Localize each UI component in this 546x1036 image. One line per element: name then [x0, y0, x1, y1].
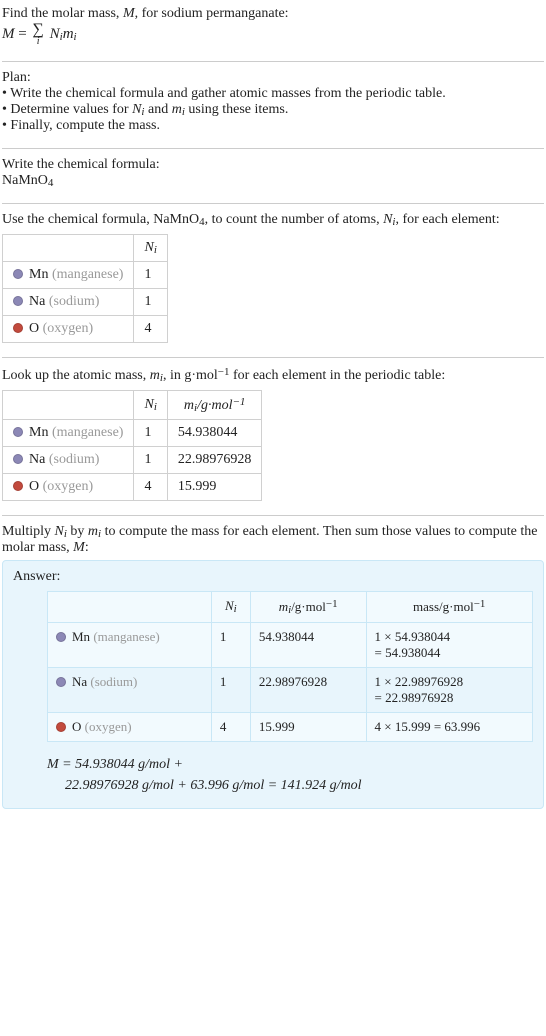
table-row: O (oxygen) 4 15.999 4 × 15.999 = 63.996 [48, 713, 533, 742]
intro-b: , for sodium permanganate: [135, 6, 289, 21]
table-row: Na (sodium) 1 [3, 289, 168, 316]
element-dot-icon [13, 454, 23, 464]
count-text: Use the chemical formula, NaMnO4, to cou… [2, 212, 544, 228]
answer-table: Ni mi/g·mol−1 mass/g·mol−1 Mn (manganese… [47, 591, 533, 742]
table-row: Mn (manganese) 1 [3, 262, 168, 289]
divider [2, 148, 544, 149]
plan-item-1: • Write the chemical formula and gather … [2, 86, 544, 102]
divider [2, 357, 544, 358]
element-dot-icon [56, 677, 66, 687]
element-dot-icon [13, 481, 23, 491]
plan-block: Plan: • Write the chemical formula and g… [2, 68, 544, 142]
multiply-text: Multiply Ni by mi to compute the mass fo… [2, 524, 544, 556]
col-mass: mass/g·mol−1 [366, 592, 533, 623]
col-mi: mi/g·mol−1 [167, 391, 262, 420]
table-row: Na (sodium) 1 22.98976928 1 × 22.9897692… [48, 668, 533, 713]
plan-item-3: • Finally, compute the mass. [2, 118, 544, 134]
divider [2, 515, 544, 516]
answer-box: Answer: Ni mi/g·mol−1 mass/g·mol−1 Mn (m… [2, 560, 544, 809]
write-heading: Write the chemical formula: [2, 157, 544, 173]
table-header-row: Ni mi/g·mol−1 [3, 391, 262, 420]
col-ni: Ni [134, 235, 167, 262]
element-dot-icon [56, 632, 66, 642]
lookup-text: Look up the atomic mass, mi, in g·mol−1 … [2, 366, 544, 384]
atom-count-table: Ni Mn (manganese) 1 Na (sodium) 1 O (oxy… [2, 234, 168, 343]
table-row: O (oxygen) 4 [3, 316, 168, 343]
element-dot-icon [13, 269, 23, 279]
plan-heading: Plan: [2, 70, 544, 86]
plan-item-2: • Determine values for Ni and mi using t… [2, 102, 544, 118]
count-atoms-block: Use the chemical formula, NaMnO4, to cou… [2, 210, 544, 351]
table-row: O (oxygen) 4 15.999 [3, 474, 262, 501]
sum-index: i [32, 37, 43, 47]
eq-m-sub: i [74, 31, 77, 43]
divider [2, 61, 544, 62]
table-row: Mn (manganese) 1 54.938044 [3, 420, 262, 447]
col-ni: Ni [211, 592, 250, 623]
table-row: Na (sodium) 1 22.98976928 [3, 447, 262, 474]
intro-text: Find the molar mass, M, for sodium perma… [2, 6, 544, 22]
divider [2, 203, 544, 204]
multiply-block: Multiply Ni by mi to compute the mass fo… [2, 522, 544, 817]
atomic-mass-table: Ni mi/g·mol−1 Mn (manganese) 1 54.938044… [2, 390, 262, 501]
table-row: Mn (manganese) 1 54.938044 1 × 54.938044… [48, 623, 533, 668]
element-dot-icon [13, 296, 23, 306]
eq-m: m [63, 26, 74, 42]
table-header-row: Ni mi/g·mol−1 mass/g·mol−1 [48, 592, 533, 623]
element-dot-icon [56, 722, 66, 732]
element-dot-icon [13, 323, 23, 333]
sum-symbol: ∑i [32, 22, 43, 47]
intro-a: Find the molar mass, [2, 6, 123, 21]
lookup-mass-block: Look up the atomic mass, mi, in g·mol−1 … [2, 364, 544, 509]
write-formula-block: Write the chemical formula: NaMnO4 [2, 155, 544, 197]
answer-inner: Ni mi/g·mol−1 mass/g·mol−1 Mn (manganese… [13, 591, 533, 796]
col-mi: mi/g·mol−1 [250, 592, 366, 623]
answer-label: Answer: [13, 569, 533, 585]
eq-N: N [50, 26, 60, 42]
table-header-row: Ni [3, 235, 168, 262]
col-ni: Ni [134, 391, 167, 420]
intro-M: M [123, 6, 135, 21]
intro-block: Find the molar mass, M, for sodium perma… [2, 4, 544, 55]
element-dot-icon [13, 427, 23, 437]
eq-eq: = [15, 26, 31, 42]
molar-mass-equation: M = ∑i Nimi [2, 22, 544, 47]
eq-lhs: M [2, 26, 15, 42]
final-result: M = 54.938044 g/mol + 22.98976928 g/mol … [47, 754, 533, 796]
chemical-formula: NaMnO4 [2, 173, 544, 189]
